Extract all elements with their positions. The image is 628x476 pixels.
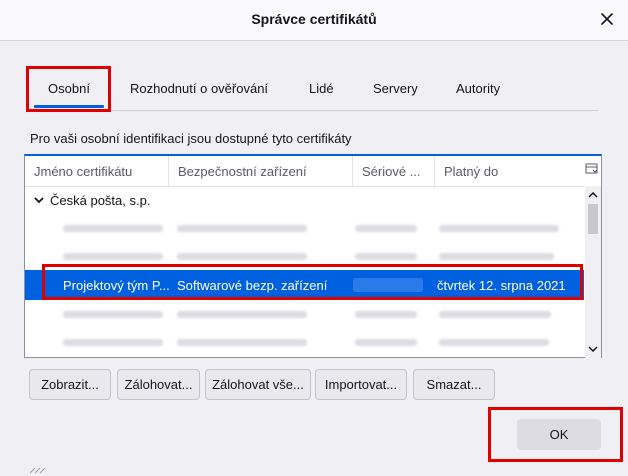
column-header-valid[interactable]: Platný do bbox=[435, 156, 584, 186]
column-header-label: Bezpečnostní zařízení bbox=[178, 163, 307, 179]
group-label: Česká pošta, s.p. bbox=[50, 192, 151, 208]
redacted-cell bbox=[355, 225, 417, 232]
group-cell: Česká pošta, s.p. bbox=[33, 186, 150, 214]
tab-osobni[interactable]: Osobní bbox=[28, 66, 110, 110]
redacted-cell bbox=[177, 311, 307, 318]
redacted-cell bbox=[63, 253, 163, 260]
certificate-tree[interactable]: Jméno certifikátu Bezpečnostní zařízení … bbox=[24, 154, 602, 358]
column-header-label: Sériové ... bbox=[362, 163, 421, 179]
redacted-cell bbox=[355, 311, 417, 318]
column-header-label: Platný do bbox=[444, 163, 499, 179]
cell-valid-until: čtvrtek 12. srpna 2021 bbox=[437, 277, 566, 293]
tree-header: Jméno certifikátu Bezpečnostní zařízení … bbox=[25, 156, 584, 187]
tab-autority[interactable]: Autority bbox=[456, 66, 500, 110]
tab-active-indicator bbox=[34, 105, 104, 108]
table-row[interactable] bbox=[25, 214, 584, 242]
redacted-cell bbox=[439, 339, 549, 346]
delete-button[interactable]: Smazat... bbox=[413, 369, 495, 400]
tab-strip: Osobní Rozhodnutí o ověřování Lidé Serve… bbox=[28, 66, 598, 111]
scroll-up-icon[interactable] bbox=[585, 188, 601, 202]
redacted-cell bbox=[177, 225, 307, 232]
view-button[interactable]: Zobrazit... bbox=[29, 369, 111, 400]
ok-button[interactable]: OK bbox=[517, 419, 601, 450]
scroll-thumb[interactable] bbox=[588, 204, 598, 234]
backup-button[interactable]: Zálohovat... bbox=[117, 369, 200, 400]
cell-serial bbox=[353, 270, 431, 300]
cell-device: Softwarové bezp. zařízení bbox=[177, 277, 328, 293]
dialog-title: Správce certifikátů bbox=[251, 11, 377, 27]
tree-group-row[interactable]: Česká pošta, s.p. bbox=[25, 186, 584, 214]
close-icon bbox=[601, 13, 613, 25]
scroll-down-icon[interactable] bbox=[585, 342, 601, 356]
redacted-cell bbox=[177, 253, 307, 260]
dialog-titlebar: Správce certifikátů bbox=[0, 0, 628, 41]
tab-label: Servery bbox=[373, 80, 418, 96]
description-text: Pro vaši osobní identifikaci jsou dostup… bbox=[30, 131, 352, 146]
column-picker-icon[interactable] bbox=[585, 162, 599, 176]
column-header-name[interactable]: Jméno certifikátu bbox=[25, 156, 169, 186]
redacted-cell bbox=[63, 225, 163, 232]
resize-grip-icon[interactable] bbox=[30, 468, 50, 474]
table-row[interactable] bbox=[25, 242, 584, 270]
tab-label: Autority bbox=[456, 80, 501, 96]
import-button[interactable]: Importovat... bbox=[315, 369, 407, 400]
redacted-cell bbox=[355, 339, 417, 346]
column-header-device[interactable]: Bezpečnostní zařízení bbox=[169, 156, 353, 186]
close-button[interactable] bbox=[596, 8, 618, 30]
backup-all-button[interactable]: Zálohovat vše... bbox=[205, 369, 311, 400]
cell-name: Projektový tým P... bbox=[63, 277, 170, 293]
chevron-down-icon[interactable] bbox=[33, 194, 45, 206]
tab-lide[interactable]: Lidé bbox=[309, 66, 334, 110]
redacted-cell bbox=[439, 253, 554, 260]
tab-rozhodnuti[interactable]: Rozhodnutí o ověřování bbox=[130, 66, 268, 110]
redacted-cell bbox=[63, 311, 163, 318]
redacted-cell bbox=[439, 311, 551, 318]
tab-label: Rozhodnutí o ověřování bbox=[130, 80, 269, 96]
redacted-cell bbox=[177, 339, 307, 346]
redacted-serial bbox=[353, 278, 423, 292]
column-header-serial[interactable]: Sériové ... bbox=[353, 156, 435, 186]
table-row[interactable] bbox=[25, 300, 584, 328]
tab-label: Osobní bbox=[48, 80, 90, 96]
redacted-cell bbox=[63, 339, 163, 346]
vertical-scrollbar[interactable] bbox=[585, 186, 601, 358]
tab-servery[interactable]: Servery bbox=[373, 66, 418, 110]
table-row-selected[interactable]: Projektový tým P... Softwarové bezp. zař… bbox=[25, 270, 584, 300]
tab-label: Lidé bbox=[309, 80, 334, 96]
redacted-cell bbox=[439, 225, 559, 232]
redacted-cell bbox=[355, 253, 417, 260]
column-header-label: Jméno certifikátu bbox=[34, 163, 133, 179]
table-row[interactable] bbox=[25, 328, 584, 356]
